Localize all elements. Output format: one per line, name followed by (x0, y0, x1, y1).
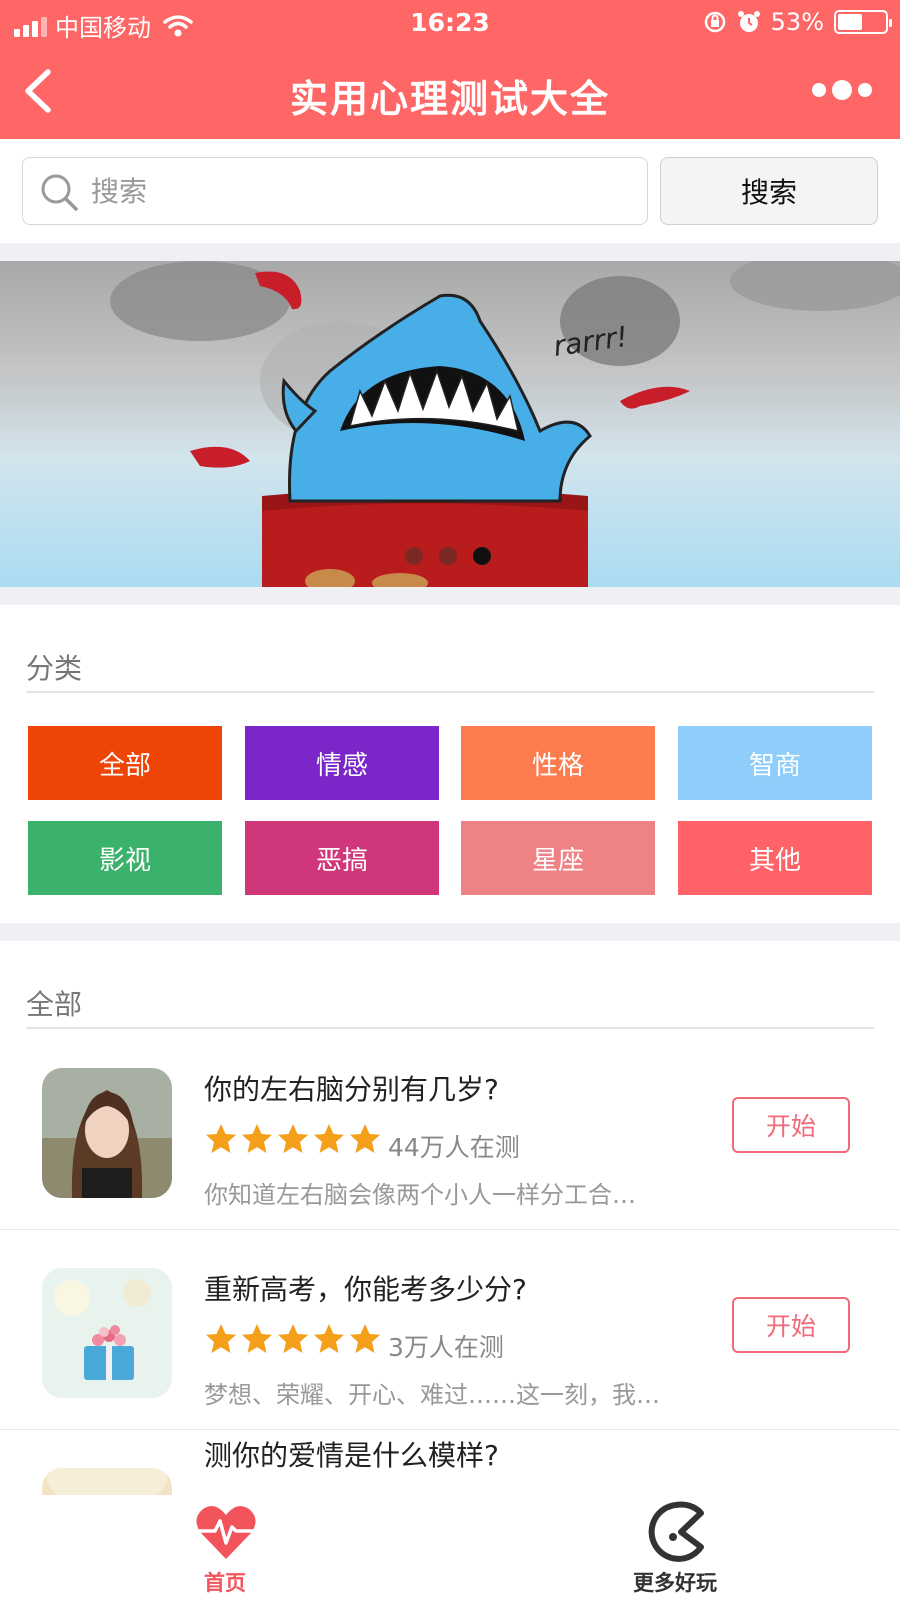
category-funny[interactable]: 恶搞 (245, 821, 439, 895)
more-dot (858, 83, 872, 97)
tab-home[interactable]: 首页 (165, 1495, 285, 1600)
star-icon (242, 1124, 272, 1153)
carousel-dot-active[interactable] (473, 547, 491, 565)
more-button[interactable] (812, 80, 872, 100)
banner-image: rarrr! (110, 261, 900, 587)
rating-stars (204, 1322, 382, 1356)
test-thumbnail-image (42, 1468, 172, 1495)
page-title: 实用心理测试大全 (289, 77, 610, 121)
category-section: 分类 全部 情感 性格 智商 影视 恶搞 星座 其他 (0, 605, 900, 923)
test-list-item[interactable]: 测你的爱情是什么模样? (0, 1430, 900, 1495)
test-thumbnail (42, 1268, 172, 1398)
test-list-section: 全部 你的左右脑分别有几岁? 44万人在测 你知道左右脑会像两个小人一样分工合…… (0, 941, 900, 1495)
star-icon (206, 1124, 236, 1153)
start-button[interactable]: 开始 (732, 1297, 850, 1353)
tab-more-fun[interactable]: 更多好玩 (615, 1495, 735, 1600)
battery-icon (834, 10, 892, 34)
search-box[interactable] (22, 157, 648, 225)
carousel-indicators (405, 547, 491, 565)
star-icon (278, 1324, 308, 1353)
star-icon (314, 1324, 344, 1353)
section-divider-line (26, 691, 874, 693)
test-thumbnail (42, 1068, 172, 1198)
heartbeat-icon (196, 1506, 256, 1559)
start-button[interactable]: 开始 (732, 1097, 850, 1153)
category-emotion[interactable]: 情感 (245, 726, 439, 800)
category-horoscope[interactable]: 星座 (461, 821, 655, 895)
star-icon (314, 1124, 344, 1153)
pacman-icon (648, 1501, 704, 1562)
section-divider-line (26, 1027, 874, 1029)
section-divider (0, 923, 900, 941)
section-divider (0, 243, 900, 261)
tab-home-label: 首页 (204, 1571, 246, 1595)
girl-portrait-image (42, 1068, 172, 1198)
star-icon (206, 1324, 236, 1353)
category-section-title: 分类 (26, 652, 83, 685)
nav-bar: 实用心理测试大全 (0, 46, 900, 139)
test-list-item[interactable]: 你的左右脑分别有几岁? 44万人在测 你知道左右脑会像两个小人一样分工合… 开始 (0, 1030, 900, 1230)
star-icon (350, 1324, 380, 1353)
search-button[interactable]: 搜索 (660, 157, 878, 225)
test-list-item[interactable]: 重新高考，你能考多少分? 3万人在测 梦想、荣耀、开心、难过……这一刻，我… 开… (0, 1230, 900, 1430)
search-icon (41, 174, 78, 211)
bottom-tab-bar: 首页 更多好玩 (0, 1495, 900, 1600)
test-participant-count: 3万人在测 (388, 1333, 504, 1362)
test-title: 重新高考，你能考多少分? (204, 1273, 527, 1306)
star-icon (278, 1124, 308, 1153)
test-description: 你知道左右脑会像两个小人一样分工合… (204, 1181, 636, 1209)
carousel-dot[interactable] (439, 547, 457, 565)
search-input[interactable] (91, 168, 631, 214)
category-personality[interactable]: 性格 (461, 726, 655, 800)
alarm-icon (737, 11, 760, 32)
tab-more-fun-label: 更多好玩 (633, 1571, 717, 1595)
test-description: 梦想、荣耀、开心、难过……这一刻，我… (204, 1381, 660, 1409)
status-bar: 中国移动 16:23 53% (0, 0, 900, 46)
more-dot (812, 83, 826, 97)
app-header: 中国移动 16:23 53% 实用心理测试大全 (0, 0, 900, 139)
category-other[interactable]: 其他 (678, 821, 872, 895)
more-dot (832, 80, 852, 100)
star-icon (242, 1324, 272, 1353)
battery-fill (838, 14, 862, 30)
battery-percent: 53% (770, 8, 824, 36)
test-title: 测你的爱情是什么模样? (204, 1439, 499, 1472)
test-participant-count: 44万人在测 (388, 1133, 520, 1162)
list-section-title: 全部 (26, 988, 83, 1021)
status-right: 53% (703, 8, 892, 36)
carousel-dot[interactable] (405, 547, 423, 565)
test-title: 你的左右脑分别有几岁? (204, 1073, 499, 1106)
category-all[interactable]: 全部 (28, 726, 222, 800)
rating-stars (204, 1122, 382, 1156)
category-film[interactable]: 影视 (28, 821, 222, 895)
category-iq[interactable]: 智商 (678, 726, 872, 800)
test-thumbnail (42, 1468, 172, 1495)
gift-box-image (42, 1268, 172, 1398)
star-icon (350, 1124, 380, 1153)
rotation-lock-icon (704, 11, 725, 33)
search-row: 搜索 (0, 139, 900, 243)
banner-carousel[interactable]: rarrr! (0, 261, 900, 587)
section-divider (0, 587, 900, 605)
